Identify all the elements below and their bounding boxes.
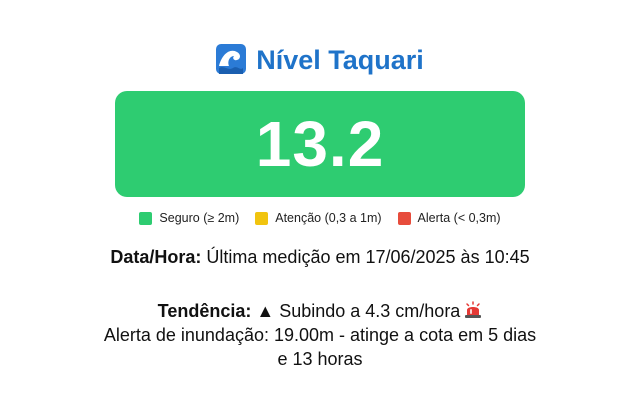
legend-swatch-attention [255, 211, 269, 225]
legend-item-attention: Atenção (0,3 a 1m) [255, 211, 382, 225]
alarm-light-icon [465, 301, 482, 318]
legend-label-safe: Seguro (≥ 2m) [159, 211, 240, 225]
trend-arrow-icon: ▲ [256, 301, 275, 321]
measurement-text: Última medição em 17/06/2025 às 10:45 [206, 247, 530, 267]
flood-alert-text: Alerta de inundação: 19.00m - atinge a c… [103, 325, 537, 369]
trend-info: Tendência: ▲ Subindo a 4.3 cm/hora Alert… [100, 299, 540, 371]
legend-swatch-safe [139, 211, 153, 225]
level-value: 13.2 [255, 108, 385, 180]
legend-swatch-alert [397, 211, 411, 225]
wave-icon [216, 44, 247, 74]
page-title: Nível Taquari [0, 40, 640, 80]
legend-label-alert: Alerta (< 0,3m) [417, 211, 501, 225]
title-text: Nível Taquari [256, 45, 424, 75]
trend-text: Subindo a 4.3 cm/hora [279, 301, 461, 321]
level-display: 13.2 [115, 91, 525, 197]
trend-label: Tendência: [157, 301, 252, 321]
legend-item-safe: Seguro (≥ 2m) [139, 211, 239, 225]
measurement-label: Data/Hora: [110, 247, 202, 267]
trend-line: Tendência: ▲ Subindo a 4.3 cm/hora [100, 299, 540, 323]
legend-item-alert: Alerta (< 0,3m) [397, 211, 501, 225]
measurement-info: Data/Hora: Última medição em 17/06/2025 … [100, 245, 540, 269]
legend: Seguro (≥ 2m) Atenção (0,3 a 1m) Alerta … [0, 211, 640, 225]
level-widget: Nível Taquari 13.2 Seguro (≥ 2m) Atenção… [0, 0, 640, 400]
legend-label-attention: Atenção (0,3 a 1m) [275, 211, 382, 225]
